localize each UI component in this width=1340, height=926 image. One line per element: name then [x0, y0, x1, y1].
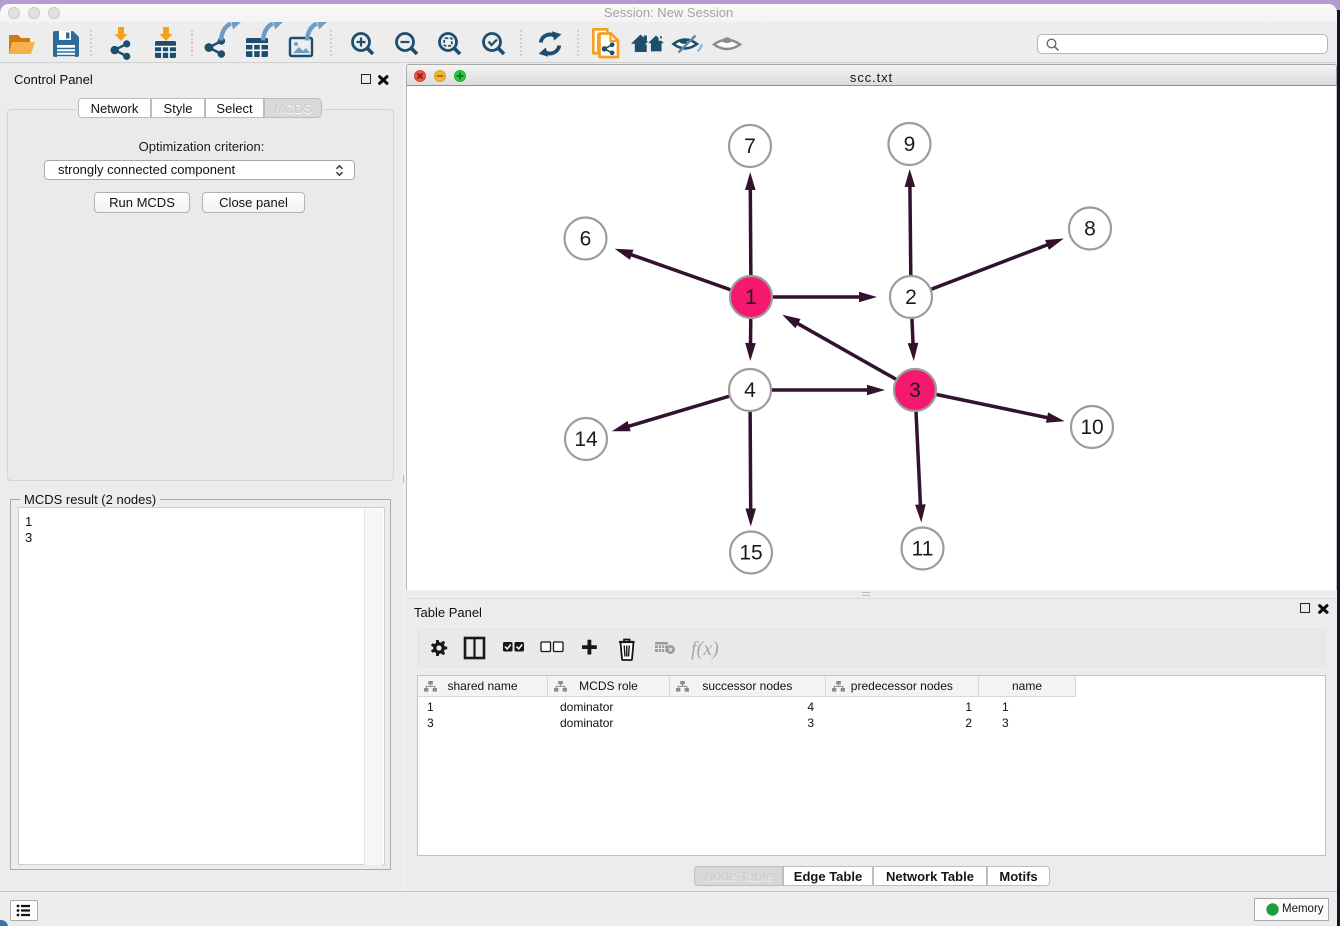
svg-text:8: 8: [1084, 218, 1096, 241]
svg-text:9: 9: [904, 133, 916, 156]
svg-text:4: 4: [744, 379, 756, 402]
svg-text:2: 2: [905, 286, 917, 309]
svg-text:6: 6: [580, 228, 592, 251]
svg-text:f(x): f(x): [691, 638, 719, 660]
svg-text:11: 11: [912, 538, 934, 561]
svg-text:3: 3: [909, 379, 921, 402]
svg-text:15: 15: [739, 542, 762, 565]
svg-text:7: 7: [744, 135, 756, 158]
svg-text:1: 1: [745, 286, 757, 309]
svg-text:10: 10: [1080, 416, 1103, 439]
svg-text:14: 14: [574, 428, 598, 451]
